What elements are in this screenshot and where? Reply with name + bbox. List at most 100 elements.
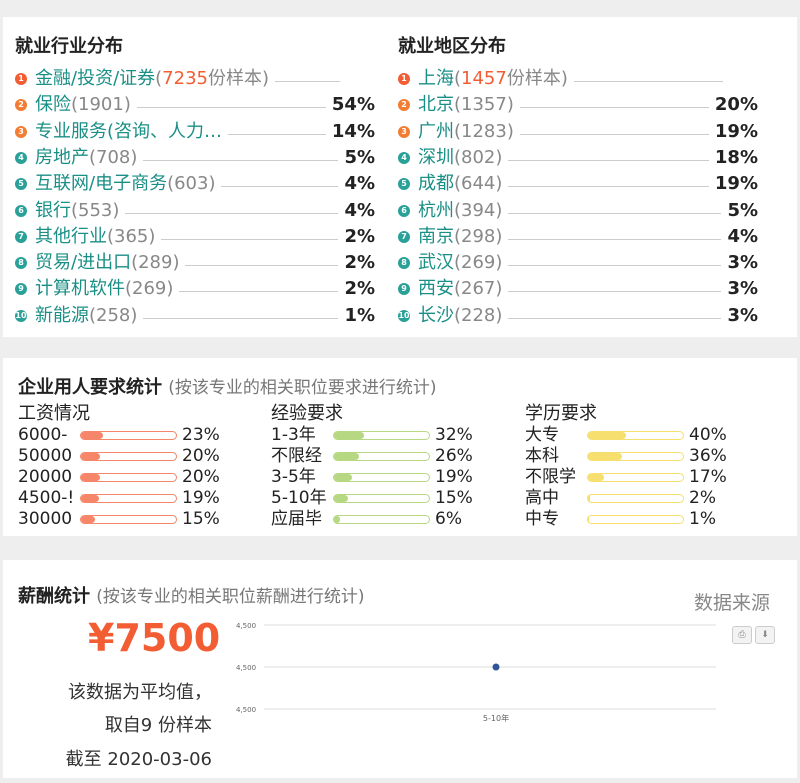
- requirement-percent: 6%: [435, 509, 462, 529]
- industry-item-name[interactable]: 金融/投资/证券(7235份样本): [35, 67, 269, 91]
- region-item-percent: 19%: [714, 173, 758, 195]
- industry-item-name[interactable]: 保险(1901): [35, 93, 131, 117]
- requirement-label: 中专: [525, 509, 559, 529]
- region-item[interactable]: 1 上海(1457份样本): [398, 67, 758, 93]
- industry-item-name[interactable]: 互联网/电子商务(603): [35, 172, 215, 196]
- leader-line: [508, 159, 709, 161]
- industry-item[interactable]: 4 房地产(708) 5%: [15, 146, 375, 172]
- requirement-bar-fill: [81, 432, 103, 439]
- requirement-bar: [333, 431, 430, 440]
- requirement-row: 不限学 17%: [525, 467, 765, 488]
- leader-line: [143, 317, 339, 319]
- region-item-name[interactable]: 深圳(802): [418, 146, 502, 170]
- requirement-bar: [587, 515, 684, 524]
- region-item[interactable]: 9 西安(267) 3%: [398, 277, 758, 303]
- industry-item[interactable]: 10 新能源(258) 1%: [15, 304, 375, 330]
- requirement-bar-fill: [81, 453, 100, 460]
- industry-item-count: (289): [131, 252, 180, 274]
- requirement-label: 30000: [18, 509, 73, 529]
- leader-line: [519, 107, 709, 109]
- salary-chart: 4,500 4,500 4,500 5-10年: [236, 622, 716, 723]
- requirement-bar-fill: [588, 453, 623, 460]
- requirement-bar: [80, 473, 177, 482]
- industry-title: 就业行业分布: [15, 36, 123, 57]
- industry-item-percent: 54%: [331, 94, 375, 116]
- region-item[interactable]: 8 武汉(269) 3%: [398, 251, 758, 277]
- requirement-bar: [80, 431, 177, 440]
- industry-item[interactable]: 2 保险(1901) 54%: [15, 93, 375, 119]
- requirement-label: 6000-: [18, 425, 68, 445]
- x-tick-label: 5-10年: [483, 713, 509, 723]
- industry-item[interactable]: 1 金融/投资/证券(7235份样本): [15, 67, 375, 93]
- industry-item-percent: 14%: [331, 120, 375, 142]
- region-item-name[interactable]: 成都(644): [418, 172, 502, 196]
- region-item[interactable]: 7 南京(298) 4%: [398, 225, 758, 251]
- region-item[interactable]: 3 广州(1283) 19%: [398, 120, 758, 146]
- industry-item[interactable]: 8 贸易/进出口(289) 2%: [15, 251, 375, 277]
- requirement-percent: 2%: [689, 488, 716, 508]
- region-item-name[interactable]: 南京(298): [418, 225, 502, 249]
- requirement-percent: 26%: [435, 446, 473, 466]
- leader-line: [508, 317, 722, 319]
- industry-item[interactable]: 6 银行(553) 4%: [15, 199, 375, 225]
- region-item[interactable]: 10 长沙(228) 3%: [398, 304, 758, 330]
- requirement-percent: 20%: [182, 467, 220, 487]
- industry-item-name[interactable]: 其他行业(365): [35, 225, 155, 249]
- industry-item-name[interactable]: 贸易/进出口(289): [35, 251, 179, 275]
- region-item-name[interactable]: 北京(1357): [418, 93, 514, 117]
- requirement-bar: [333, 452, 430, 461]
- requirement-label: 5-10年: [271, 488, 327, 508]
- requirement-label: 不限学: [525, 467, 576, 487]
- requirement-bar: [80, 494, 177, 503]
- data-source-link[interactable]: 数据来源: [694, 588, 770, 615]
- requirement-percent: 1%: [689, 509, 716, 529]
- requirement-bar-fill: [334, 432, 365, 439]
- industry-item-name[interactable]: 银行(553): [35, 199, 119, 223]
- industry-item-name[interactable]: 新能源(258): [35, 304, 137, 328]
- requirement-bar-fill: [588, 474, 605, 481]
- industry-item-count: (258): [89, 304, 138, 326]
- industry-item[interactable]: 9 计算机软件(269) 2%: [15, 277, 375, 303]
- requirement-percent: 17%: [689, 467, 727, 487]
- requirement-row: 30000 15%: [18, 509, 258, 530]
- region-item-name[interactable]: 杭州(394): [418, 199, 502, 223]
- requirement-bar: [587, 473, 684, 482]
- rank-badge-icon: 6: [15, 204, 27, 217]
- requirement-row: 5-10年 15%: [271, 488, 511, 509]
- requirement-bar-fill: [81, 495, 100, 502]
- industry-item[interactable]: 3 专业服务(咨询、人力… 14%: [15, 120, 375, 146]
- region-item-name[interactable]: 武汉(269): [418, 251, 502, 275]
- requirements-subtitle: (按该专业的相关职位要求进行统计): [168, 378, 437, 398]
- region-item[interactable]: 6 杭州(394) 5%: [398, 199, 758, 225]
- requirement-row: 本科 36%: [525, 446, 765, 467]
- region-item-count: (1457份样本): [454, 68, 568, 89]
- leader-line: [185, 265, 339, 267]
- region-item-name[interactable]: 长沙(228): [418, 304, 502, 328]
- region-item-percent: 3%: [727, 304, 758, 326]
- region-item[interactable]: 5 成都(644) 19%: [398, 172, 758, 198]
- industry-item[interactable]: 5 互联网/电子商务(603) 4%: [15, 172, 375, 198]
- region-item[interactable]: 2 北京(1357) 20%: [398, 93, 758, 119]
- region-item-name[interactable]: 广州(1283): [418, 120, 514, 144]
- region-item-percent: 3%: [727, 278, 758, 300]
- region-item[interactable]: 4 深圳(802) 18%: [398, 146, 758, 172]
- rank-badge-icon: 1: [398, 73, 410, 85]
- industry-item-name[interactable]: 房地产(708): [35, 146, 137, 170]
- rank-badge-icon: 6: [398, 204, 410, 217]
- industry-item[interactable]: 7 其他行业(365) 2%: [15, 225, 375, 251]
- leader-line: [508, 186, 709, 188]
- leader-line: [519, 133, 709, 135]
- rank-badge-icon: 5: [15, 178, 27, 191]
- industry-item-name[interactable]: 计算机软件(269): [35, 277, 173, 301]
- region-item-name[interactable]: 西安(267): [418, 277, 502, 301]
- industry-item-count: (553): [71, 199, 120, 221]
- requirement-heading: 学历要求: [525, 403, 597, 424]
- download-icon[interactable]: ⬇: [755, 626, 775, 644]
- industry-item-name[interactable]: 专业服务(咨询、人力…: [35, 120, 222, 144]
- region-item-name[interactable]: 上海(1457份样本): [418, 67, 568, 91]
- print-icon[interactable]: ⎙: [732, 626, 752, 644]
- requirement-percent: 23%: [182, 425, 220, 445]
- requirement-bar-fill: [334, 474, 353, 481]
- requirement-label: 本科: [525, 446, 559, 466]
- requirement-row: 50000 20%: [18, 446, 258, 467]
